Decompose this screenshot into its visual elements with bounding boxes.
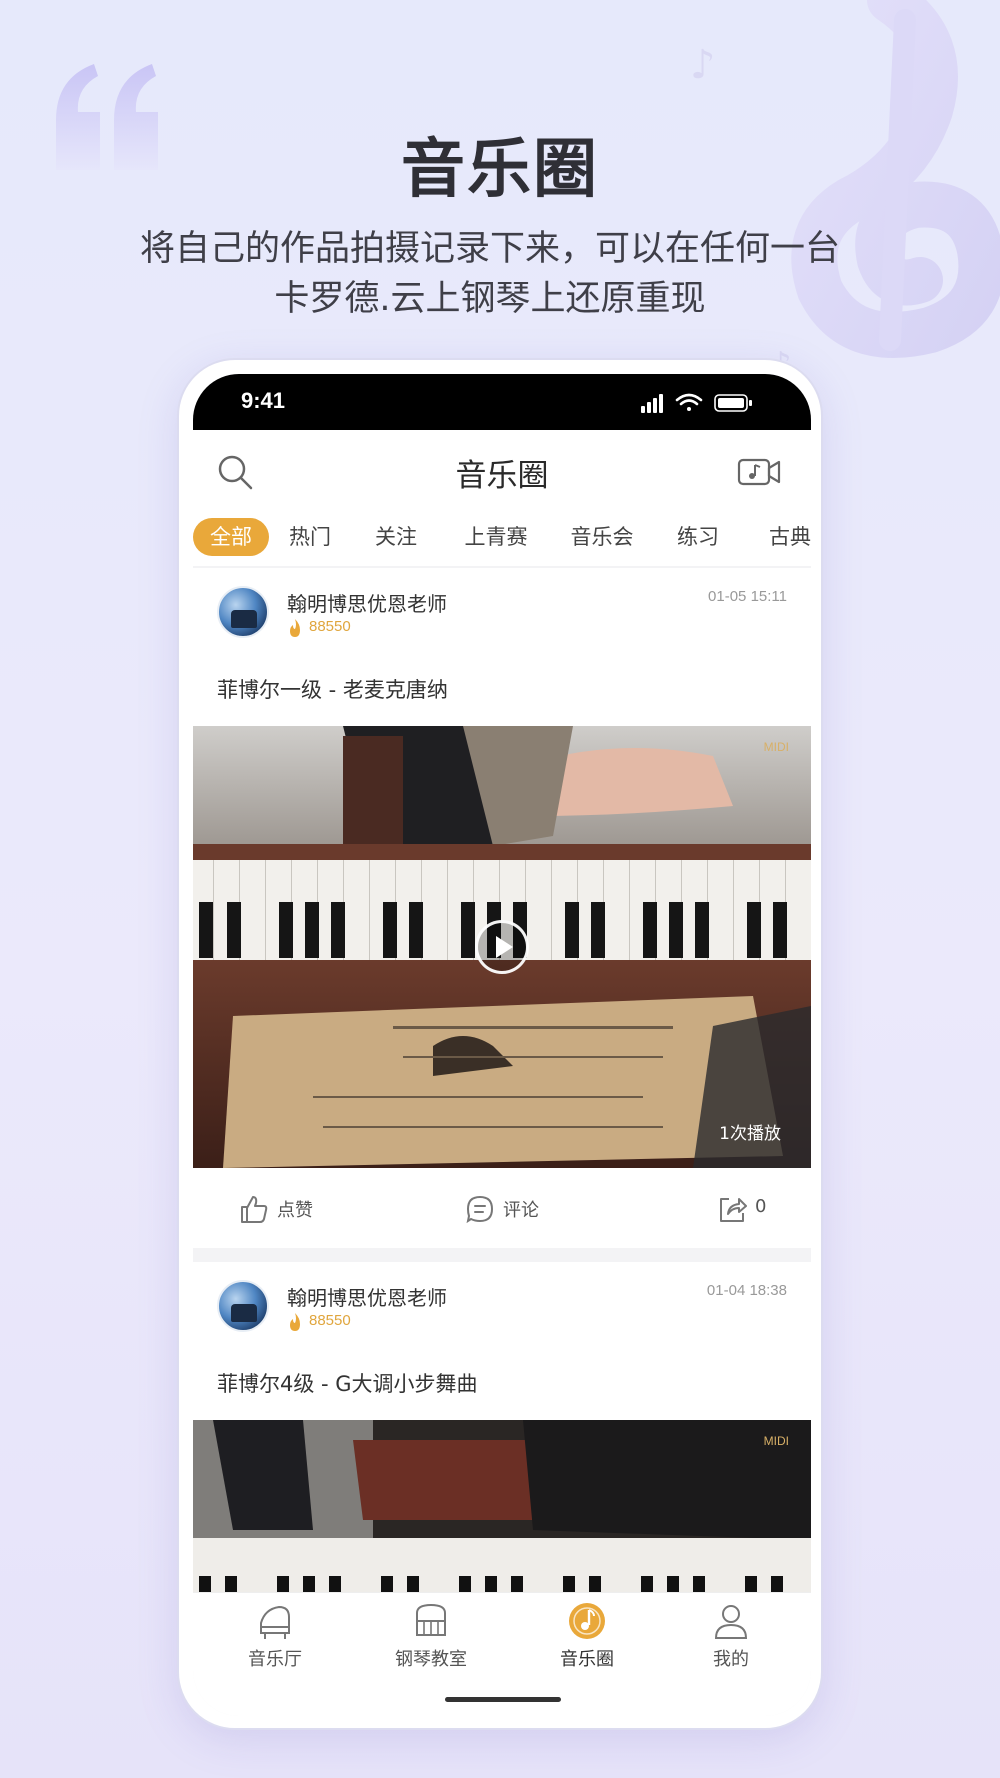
- post-actions: 点赞 评论 0: [193, 1168, 811, 1248]
- nav-item-profile[interactable]: 我的: [671, 1601, 791, 1677]
- author-name[interactable]: 翰明博思优恩老师: [287, 1282, 447, 1311]
- tab-concert[interactable]: 音乐会: [557, 518, 647, 556]
- post-time: 01-05 15:11: [708, 588, 787, 605]
- thumbs-up-icon: [241, 1196, 268, 1223]
- share-count: 0: [755, 1196, 767, 1217]
- page-title: 音乐圈: [455, 458, 549, 494]
- post-card[interactable]: 翰明博思优恩老师 88550 01-05 15:11 菲博尔一级 - 老麦克唐纳: [193, 568, 811, 1248]
- status-bar: 9:41: [193, 374, 811, 430]
- midi-badge: MIDI: [763, 1434, 789, 1448]
- heat-count: 88550: [309, 618, 351, 635]
- tab-practice[interactable]: 练习: [663, 518, 733, 556]
- hero-subtitle-line: 卡罗德.云上钢琴上还原重现: [274, 279, 706, 319]
- phone-screen: 9:41 音乐圈 全部 热门 关注 上青赛 音乐会 练习 古典 翰明博思优恩老师…: [193, 374, 811, 1716]
- play-count: 1次播放: [719, 1124, 781, 1144]
- battery-icon: [714, 394, 752, 412]
- comment-icon: [466, 1195, 494, 1224]
- music-note-decoration-icon: ♪: [690, 42, 716, 88]
- post-title[interactable]: 菲博尔一级 - 老麦克唐纳: [217, 674, 448, 704]
- tab-all[interactable]: 全部: [193, 518, 269, 556]
- wifi-icon: [675, 393, 703, 411]
- hero-title: 音乐圈: [401, 133, 599, 207]
- tab-hot[interactable]: 热门: [275, 518, 345, 556]
- avatar[interactable]: [217, 586, 269, 638]
- status-icons: [641, 393, 752, 413]
- video-thumbnail[interactable]: MIDI: [193, 1420, 811, 1600]
- comment-label: 评论: [503, 1200, 539, 1221]
- heat-count: 88550: [309, 1312, 351, 1329]
- fire-icon: [290, 1313, 300, 1331]
- midi-badge: MIDI: [763, 740, 789, 754]
- nav-item-piano-classroom[interactable]: 钢琴教室: [371, 1601, 491, 1677]
- piano-hall-icon: [260, 1605, 290, 1639]
- phone-frame: 9:41 音乐圈 全部 热门 关注 上青赛 音乐会 练习 古典 翰明博思优恩老师…: [177, 358, 823, 1730]
- video-thumbnail[interactable]: MIDI 1次播放: [193, 726, 811, 1168]
- nav-item-music-hall[interactable]: 音乐厅: [215, 1601, 335, 1677]
- comment-button[interactable]: 评论: [465, 1192, 555, 1226]
- video-music-icon[interactable]: [737, 454, 781, 488]
- play-icon: [496, 936, 513, 958]
- share-button[interactable]: 0: [717, 1192, 787, 1226]
- nav-item-music-circle[interactable]: 音乐圈: [527, 1601, 647, 1677]
- tab-competition[interactable]: 上青赛: [451, 518, 541, 556]
- share-icon: [720, 1198, 747, 1222]
- like-button[interactable]: 点赞: [239, 1192, 329, 1226]
- music-circle-icon: [569, 1603, 605, 1639]
- hero-subtitle: 将自己的作品拍摄记录下来，可以在任何一台 卡罗德.云上钢琴上还原重现: [110, 224, 870, 324]
- profile-icon: [714, 1605, 748, 1639]
- tab-classical[interactable]: 古典: [755, 518, 811, 556]
- hero-subtitle-line: 将自己的作品拍摄记录下来，可以在任何一台: [139, 229, 840, 269]
- post-time: 01-04 18:38: [706, 1282, 787, 1299]
- nav-label: 音乐厅: [248, 1649, 302, 1670]
- piano-classroom-icon: [416, 1603, 446, 1636]
- fire-icon: [290, 619, 300, 637]
- home-indicator[interactable]: [445, 1697, 561, 1702]
- avatar[interactable]: [217, 1280, 269, 1332]
- bottom-nav: 音乐厅 钢琴教室 音乐圈 我的: [193, 1592, 811, 1716]
- tab-following[interactable]: 关注: [361, 518, 431, 556]
- category-tabs: 全部 热门 关注 上青赛 音乐会 练习 古典: [193, 510, 811, 566]
- nav-label: 我的: [713, 1649, 749, 1670]
- app-header: 音乐圈: [193, 430, 811, 510]
- nav-label: 钢琴教室: [395, 1649, 467, 1670]
- play-button[interactable]: [475, 920, 529, 974]
- post-title[interactable]: 菲博尔4级 - G大调小步舞曲: [217, 1368, 478, 1398]
- signal-icon: [641, 394, 663, 413]
- piano-video-image: [193, 1420, 811, 1600]
- author-name[interactable]: 翰明博思优恩老师: [287, 588, 447, 617]
- status-time: 9:41: [241, 388, 286, 413]
- like-label: 点赞: [277, 1200, 313, 1221]
- nav-label: 音乐圈: [560, 1649, 614, 1670]
